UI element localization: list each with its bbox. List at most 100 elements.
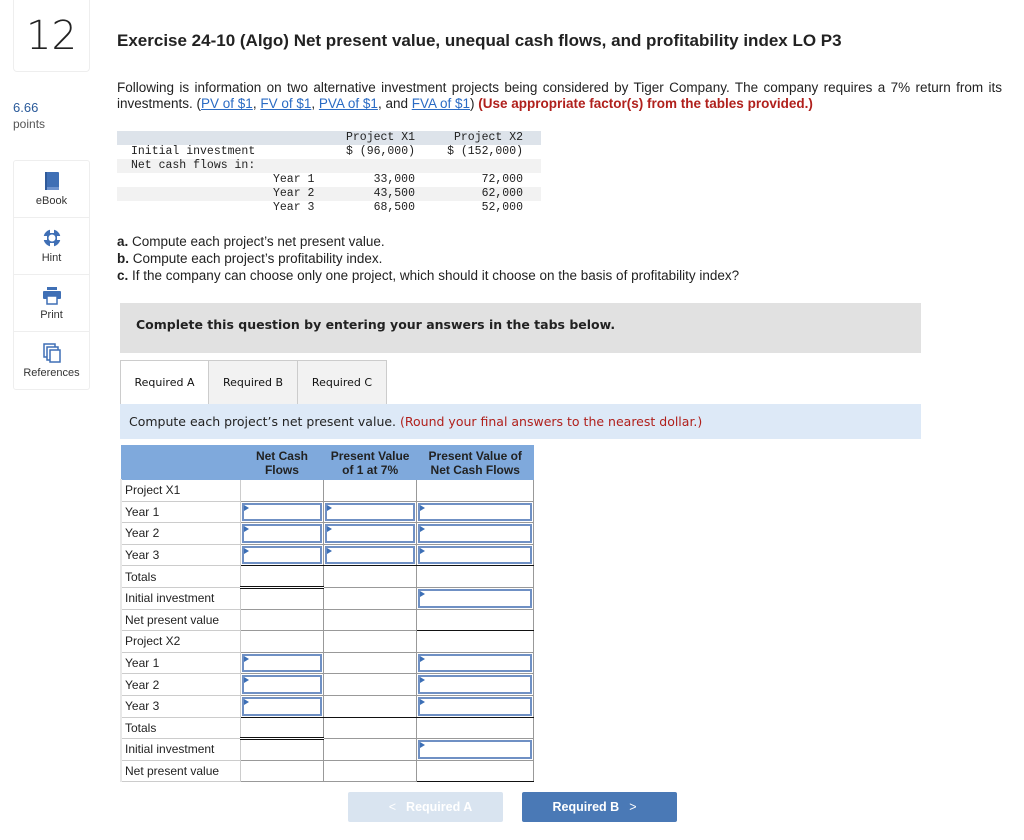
- net-cash-flow-cell: [240, 630, 324, 653]
- net-cash-flow-cell[interactable]: [240, 673, 324, 696]
- pv-cash-flow-cell[interactable]: [416, 522, 534, 545]
- pv-factor-cell: [322, 651, 418, 675]
- row-label: Year 1: [120, 651, 242, 675]
- answer-row: Year 3: [120, 694, 534, 718]
- answer-row: Initial investment: [120, 586, 534, 610]
- net-cash-flow-cell[interactable]: [240, 543, 324, 567]
- question-number: 12: [13, 0, 90, 72]
- given-row: Year 2 43,500 62,000: [117, 187, 541, 201]
- net-cash-flow-input[interactable]: [242, 524, 322, 543]
- chevron-left-icon: <: [388, 800, 397, 814]
- requirement-letter: a.: [117, 234, 129, 249]
- pv-cash-flow-input[interactable]: [418, 502, 532, 522]
- answer-row: Initial investment: [120, 738, 534, 761]
- given-label: [117, 187, 265, 201]
- header-pv-cash-flows: Present Value of Net Cash Flows: [416, 445, 534, 480]
- row-label: Year 2: [120, 673, 242, 696]
- tab-required-b[interactable]: Required B: [209, 360, 298, 404]
- given-x2: 52,000: [481, 201, 523, 214]
- pv-cash-flow-cell[interactable]: [416, 694, 534, 718]
- tools-panel: eBook Hint Print References: [13, 160, 90, 390]
- requirement-text: If the company can choose only one proje…: [128, 268, 740, 283]
- pv-table-link[interactable]: PV of $1: [201, 96, 253, 111]
- instruction-text: Compute each project’s net present value…: [129, 414, 401, 429]
- prev-required-a-button[interactable]: < Required A: [348, 792, 503, 822]
- answer-row: Totals: [120, 565, 534, 589]
- requirements-list: a. Compute each project’s net present va…: [117, 233, 739, 284]
- pv-cash-flow-cell[interactable]: [416, 543, 534, 567]
- pva-table-link[interactable]: PVA of $1: [319, 96, 378, 111]
- pv-cash-flow-input[interactable]: [418, 740, 532, 759]
- given-data-body: $ (96,000) $ (152,000) Net cash flows in…: [117, 145, 541, 215]
- pv-cash-flow-input[interactable]: [418, 675, 532, 694]
- pv-factor-cell: [322, 694, 418, 718]
- net-cash-flow-cell[interactable]: [240, 651, 324, 675]
- requirement-a: a. Compute each project’s net present va…: [117, 233, 739, 250]
- pv-cash-flow-cell[interactable]: [416, 651, 534, 675]
- pv-cash-flow-cell[interactable]: [416, 673, 534, 696]
- pv-cash-flow-input[interactable]: [418, 524, 532, 543]
- net-cash-flow-input[interactable]: [242, 675, 322, 694]
- net-cash-flow-cell[interactable]: [240, 500, 324, 524]
- row-label: Totals: [120, 716, 242, 740]
- given-row: $ (96,000) $ (152,000): [117, 145, 541, 159]
- pv-cash-flow-cell: [416, 565, 534, 588]
- row-label: Initial investment: [120, 738, 242, 761]
- next-label: Required B: [552, 800, 620, 814]
- fva-table-link[interactable]: FVA of $1: [412, 96, 470, 111]
- pv-cash-flow-cell: [416, 630, 534, 653]
- net-cash-flow-input[interactable]: [242, 502, 322, 522]
- pv-factor-cell[interactable]: [322, 522, 418, 545]
- net-cash-flow-input[interactable]: [242, 653, 322, 673]
- pv-factor-input[interactable]: [324, 545, 416, 565]
- print-button[interactable]: Print: [14, 275, 89, 332]
- net-cash-flow-cell[interactable]: [240, 694, 324, 718]
- net-cash-flow-cell: [240, 608, 324, 632]
- given-label: [117, 201, 265, 215]
- net-cash-flow-input[interactable]: [242, 545, 322, 565]
- row-label: Year 2: [120, 522, 242, 545]
- pv-factor-cell: [322, 565, 418, 588]
- pv-factor-cell[interactable]: [322, 543, 418, 567]
- pv-factor-input[interactable]: [324, 502, 416, 522]
- given-x1: $ (96,000): [345, 145, 415, 158]
- lifebuoy-icon: [42, 229, 61, 247]
- chevron-right-icon: >: [629, 800, 637, 814]
- pv-cash-flow-cell[interactable]: [416, 586, 534, 610]
- row-label: Year 3: [120, 543, 242, 567]
- tab-required-c[interactable]: Required C: [298, 360, 387, 404]
- pv-factor-input[interactable]: [324, 524, 416, 543]
- row-label: Year 3: [120, 694, 242, 718]
- given-sub: Year 1: [273, 173, 315, 186]
- fv-table-link[interactable]: FV of $1: [260, 96, 311, 111]
- pv-cash-flow-input[interactable]: [418, 545, 532, 565]
- given-x2: $ (152,000): [447, 145, 523, 158]
- pv-cash-flow-cell[interactable]: [416, 500, 534, 524]
- answer-row: Project X2: [120, 630, 534, 653]
- ebook-label: eBook: [35, 195, 68, 207]
- given-label: [117, 173, 265, 187]
- answer-header-row: Net Cash Flows Present Value of 1 at 7% …: [120, 445, 534, 480]
- net-cash-flow-cell: [240, 716, 324, 741]
- pv-cash-flow-input[interactable]: [418, 653, 532, 673]
- ebook-button[interactable]: eBook: [14, 161, 89, 218]
- given-label: Net cash flows in:: [131, 159, 256, 172]
- next-required-b-button[interactable]: Required B >: [522, 792, 677, 822]
- answer-row: Year 2: [120, 522, 534, 545]
- points-value: 6.66: [13, 100, 39, 115]
- net-cash-flow-cell: [240, 565, 324, 589]
- pv-factor-cell[interactable]: [322, 500, 418, 524]
- net-cash-flow-cell[interactable]: [240, 522, 324, 545]
- pv-cash-flow-input[interactable]: [418, 588, 532, 608]
- requirement-text: Compute each project’s profitability ind…: [129, 251, 383, 266]
- pv-cash-flow-input[interactable]: [418, 696, 532, 716]
- hint-button[interactable]: Hint: [14, 218, 89, 275]
- given-header-row: Project X1 Project X2: [117, 131, 541, 145]
- tab-required-a[interactable]: Required A: [120, 360, 209, 404]
- references-button[interactable]: References: [14, 332, 89, 389]
- pv-cash-flow-cell[interactable]: [416, 738, 534, 761]
- pv-factor-cell: [322, 608, 418, 632]
- net-cash-flow-input[interactable]: [242, 696, 322, 716]
- pv-cash-flow-cell: [416, 716, 534, 740]
- requirement-c: c. If the company can choose only one pr…: [117, 267, 739, 284]
